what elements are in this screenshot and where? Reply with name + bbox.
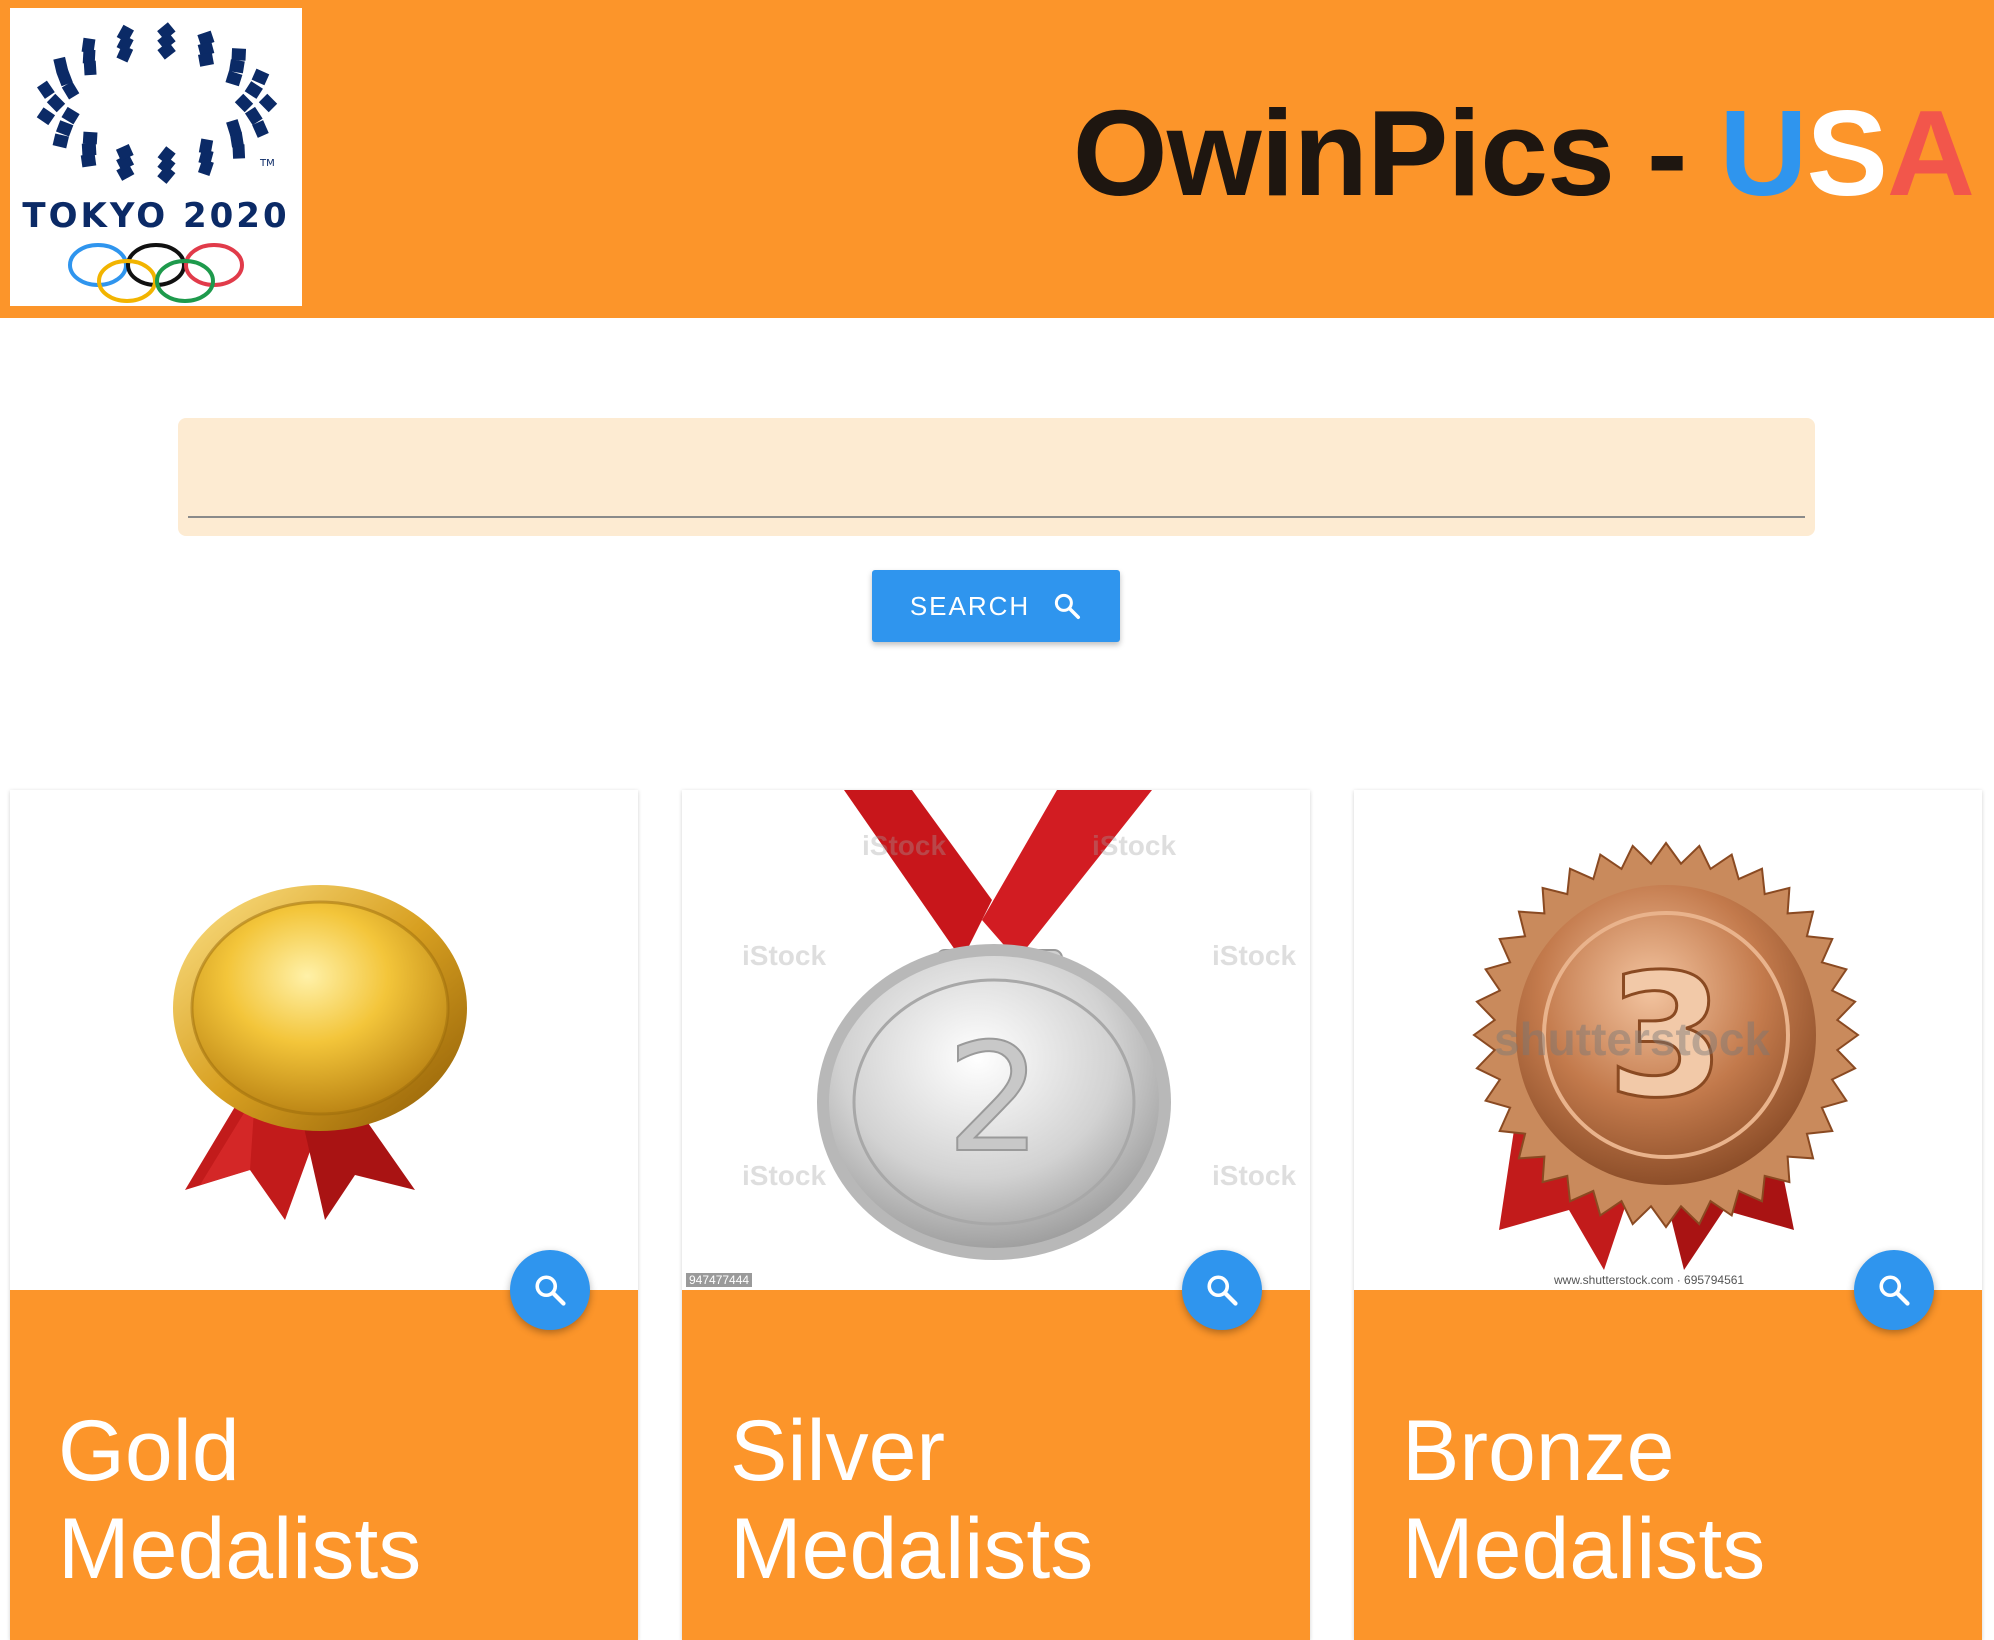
card-title-line1: Gold	[58, 1403, 240, 1499]
emblem-checker	[46, 93, 66, 113]
gold-medal-icon	[173, 885, 467, 1220]
emblem-checker	[198, 138, 214, 155]
card-bronze-medalists[interactable]: 3 shutterstock www.shutterstock.com · 69…	[1354, 790, 1982, 1640]
emblem-checker	[234, 93, 254, 113]
watermark-text: iStock	[1212, 940, 1297, 971]
watermark-text: iStock	[1092, 830, 1177, 861]
emblem-checker	[81, 143, 97, 156]
card-title: Bronze Medalists	[1402, 1402, 1962, 1598]
logo-text: TOKYO 2020	[22, 196, 290, 236]
title-letter-s: S	[1806, 85, 1888, 221]
svg-text:2: 2	[946, 1012, 1041, 1186]
emblem-checker	[225, 70, 243, 87]
title-letter-u: U	[1719, 85, 1807, 221]
card-title-line2: Medalists	[58, 1501, 422, 1597]
card-title: Gold Medalists	[58, 1402, 618, 1598]
emblem-checker	[61, 106, 80, 125]
emblem-checker	[229, 59, 245, 74]
emblem-checker	[258, 93, 278, 113]
emblem-checker	[52, 133, 69, 149]
title-main: OwinPics -	[1072, 85, 1720, 221]
card-gold-medalists[interactable]: Gold Medalists	[10, 790, 638, 1640]
image-credit: 947477444	[686, 1273, 753, 1287]
silver-medal-image: 2 iStock iStock iStock iStock iStock iSt…	[682, 790, 1310, 1290]
watermark-text: shutterstock	[1494, 1013, 1771, 1065]
card-title-line1: Silver	[730, 1403, 946, 1499]
page-title: OwinPics - USA	[1072, 85, 1975, 221]
watermark-text: iStock	[742, 940, 827, 971]
card-title-line2: Medalists	[730, 1501, 1094, 1597]
emblem-checker	[36, 107, 56, 126]
bronze-medal-image: 3 shutterstock www.shutterstock.com · 69…	[1354, 790, 1982, 1290]
emblem-checker	[244, 81, 263, 99]
card-footer: Silver Medalists	[682, 1290, 1310, 1640]
svg-text:TM: TM	[259, 158, 275, 169]
title-letter-a: A	[1886, 85, 1975, 221]
card-title-line1: Bronze	[1402, 1403, 1675, 1499]
search-button[interactable]: SEARCH	[872, 570, 1120, 642]
emblem-checker	[231, 48, 247, 61]
card-footer: Bronze Medalists	[1354, 1290, 1982, 1640]
card-title-line2: Medalists	[1402, 1501, 1766, 1597]
gold-medal-image	[10, 790, 638, 1290]
search-field	[178, 418, 1815, 536]
zoom-button-gold[interactable]	[510, 1250, 590, 1330]
card-silver-medalists[interactable]: 2 iStock iStock iStock iStock iStock iSt…	[682, 790, 1310, 1640]
search-icon	[535, 1275, 566, 1306]
tokyo-2020-logo[interactable]: TM TOKYO 2020	[10, 8, 302, 306]
emblem-checker	[82, 131, 98, 145]
search-icon	[1207, 1275, 1238, 1306]
search-input[interactable]	[188, 418, 1805, 518]
card-footer: Gold Medalists	[10, 1290, 638, 1640]
emblem-checker	[251, 68, 270, 86]
search-icon	[1879, 1275, 1910, 1306]
zoom-button-bronze[interactable]	[1854, 1250, 1934, 1330]
emblem-checker	[37, 80, 55, 99]
emblem-checker	[115, 144, 134, 161]
silver-medal-icon: 2	[817, 790, 1171, 1260]
search-button-label: SEARCH	[909, 590, 1031, 621]
emblem-checker	[198, 52, 214, 67]
card-title: Silver Medalists	[730, 1402, 1290, 1598]
zoom-button-silver[interactable]	[1182, 1250, 1262, 1330]
watermark-text: iStock	[742, 1160, 827, 1191]
search-icon	[1055, 593, 1081, 619]
watermark-text: iStock	[862, 830, 947, 861]
watermark-text: iStock	[1212, 1160, 1297, 1191]
app-header: TM TOKYO 2020 OwinPics - USA	[0, 0, 1994, 318]
image-credit: www.shutterstock.com · 695794561	[1554, 1273, 1745, 1287]
tokyo-emblem-icon: TM	[36, 22, 278, 303]
emblem-checker	[83, 60, 97, 76]
